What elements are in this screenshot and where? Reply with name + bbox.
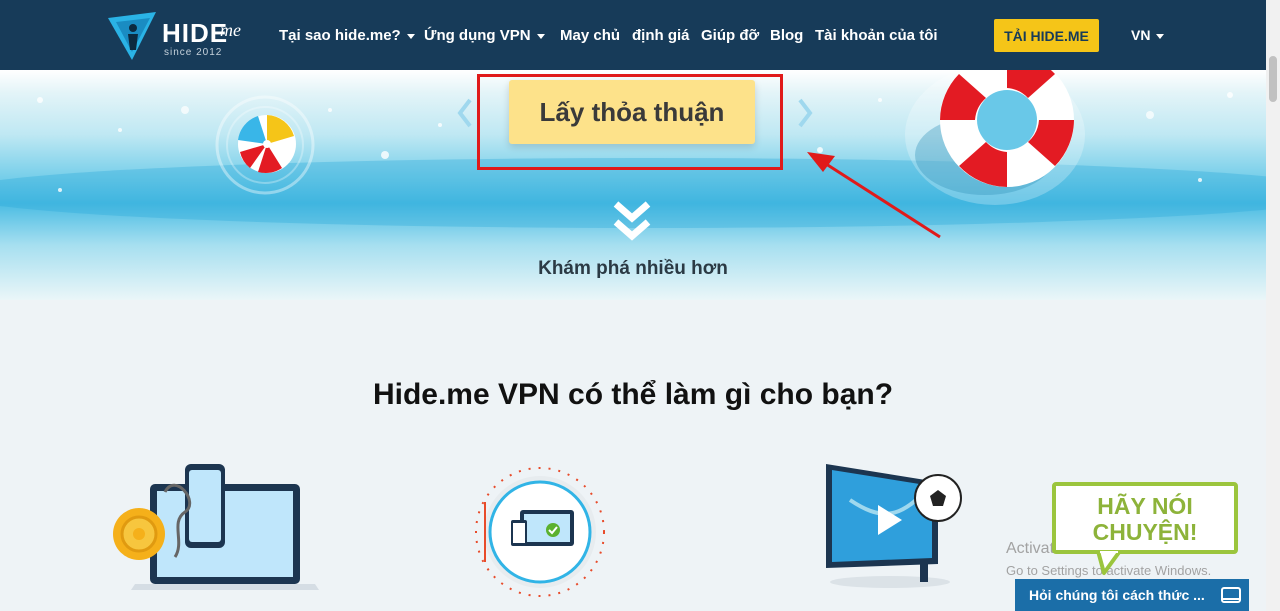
language-label: VN (1131, 27, 1151, 43)
download-button[interactable]: TẢI HIDE.ME (994, 19, 1099, 52)
nav-my-account[interactable]: Tài khoản của tôi (815, 27, 938, 44)
caret-down-icon (1156, 33, 1165, 39)
page-scrollbar[interactable] (1266, 0, 1280, 611)
nav-label: Ứng dụng VPN (424, 27, 531, 44)
scrollbar-thumb[interactable] (1269, 56, 1277, 102)
caret-down-icon (536, 33, 545, 39)
chevron-decor-right-icon (798, 98, 813, 128)
chat-bubble[interactable]: HÃY NÓI CHUYỆN! (1052, 482, 1238, 554)
nav-why-hideme[interactable]: Tại sao hide.me? (279, 27, 415, 44)
top-navbar: HIDE me since 2012 Tại sao hide.me? Ứng … (0, 0, 1266, 70)
beach-ball-icon (215, 95, 315, 195)
highlight-box-annotation (477, 74, 783, 170)
streaming-tv-illustration (826, 464, 962, 588)
language-selector[interactable]: VN (1131, 27, 1165, 43)
logo-wordmark: HIDE (162, 18, 229, 48)
nav-blog[interactable]: Blog (770, 27, 803, 44)
nav-label: Tại sao hide.me? (279, 27, 401, 44)
logo-wordmark-suffix: me (220, 20, 241, 40)
section-title: Hide.me VPN có thể làm gì cho bạn? (372, 378, 894, 411)
red-arrow-annotation (807, 152, 941, 239)
double-chevron-down-icon[interactable] (613, 200, 651, 250)
chat-bar-label: Hỏi chúng tôi cách thức ... (1029, 587, 1205, 603)
nav-servers[interactable]: May chủ (560, 27, 620, 44)
chat-launcher-bar[interactable]: Hỏi chúng tôi cách thức ... (1015, 579, 1249, 611)
hideme-logo[interactable]: HIDE me since 2012 (106, 10, 256, 62)
chat-bubble-line1: HÃY NÓI (1097, 493, 1193, 519)
caret-down-icon (406, 33, 415, 39)
logo-emblem-icon (108, 12, 156, 60)
chevron-decor-left-icon (457, 98, 472, 128)
nav-vpn-apps[interactable]: Ứng dụng VPN (424, 27, 545, 44)
nav-pricing[interactable]: định giá (632, 27, 690, 44)
chat-bubble-line2: CHUYỆN! (1092, 519, 1198, 545)
laptop-phone-illustration (113, 464, 319, 590)
chat-bubble-tail-icon (1096, 551, 1122, 575)
hero-banner: Lấy thỏa thuận Khám phá nhiều hơn (0, 70, 1266, 300)
logo-since: since 2012 (164, 47, 223, 58)
devices-circle-illustration (475, 467, 605, 597)
nav-help[interactable]: Giúp đỡ (701, 27, 759, 44)
explore-more-link[interactable]: Khám phá nhiều hơn (0, 258, 1266, 280)
chat-window-icon (1221, 587, 1241, 603)
